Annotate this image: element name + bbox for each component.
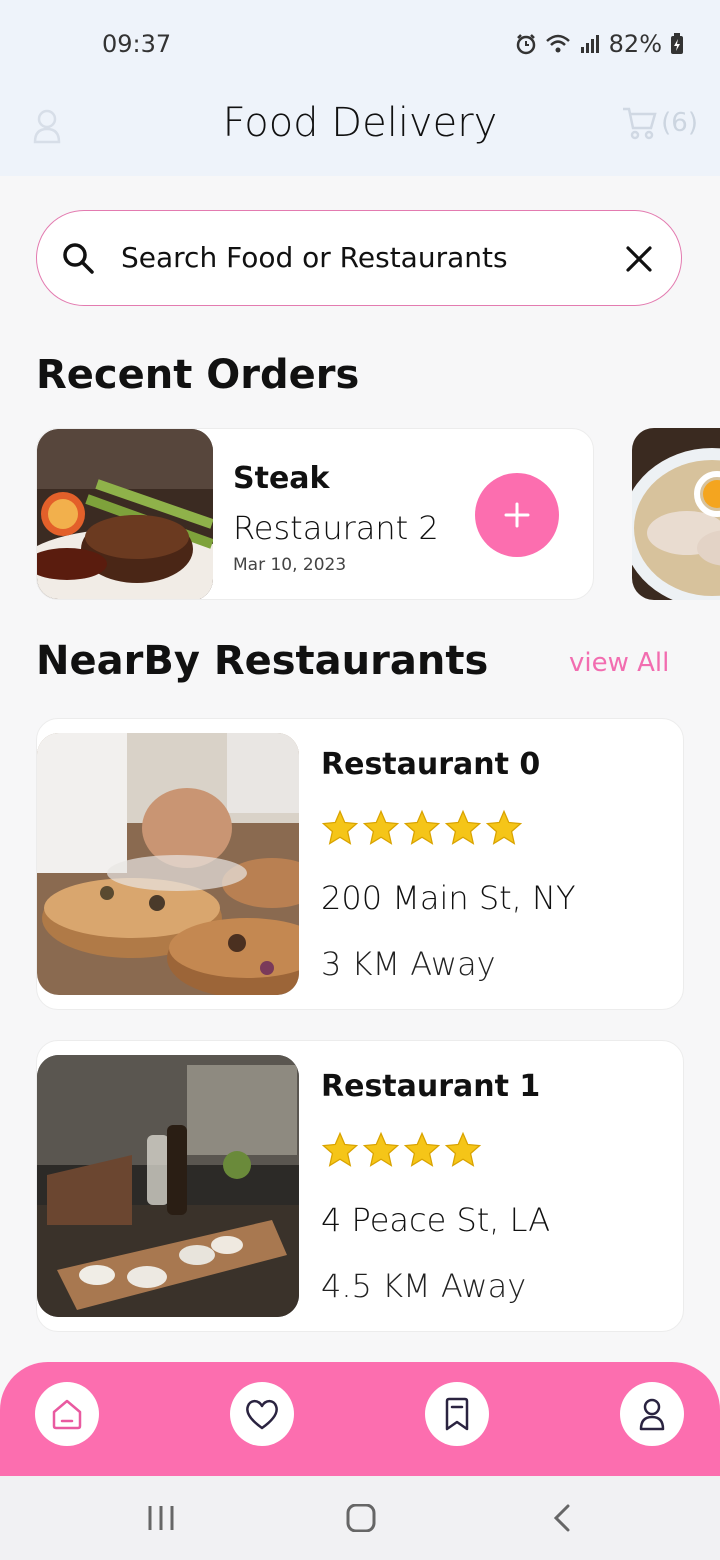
home-icon xyxy=(52,1399,82,1430)
close-icon[interactable] xyxy=(625,245,653,273)
view-all-link[interactable]: view All xyxy=(569,648,669,678)
star-icon xyxy=(444,809,482,845)
order-date: Mar 10, 2023 xyxy=(233,555,347,575)
rating-stars xyxy=(321,809,523,847)
status-bar: 09:37 82% xyxy=(0,0,720,90)
app-header: Food Delivery (6) xyxy=(0,90,720,176)
nearby-title: NearBy Restaurants xyxy=(36,638,489,684)
nav-profile[interactable] xyxy=(620,1382,684,1446)
signal-icon xyxy=(580,35,599,53)
nav-bookmarks[interactable] xyxy=(425,1382,489,1446)
home-button-icon[interactable] xyxy=(346,1504,376,1532)
restaurant-card[interactable]: Restaurant 0 200 Main St, NY 3 KM Away xyxy=(36,718,684,1010)
star-icon xyxy=(403,809,441,845)
recent-order-card-next[interactable] xyxy=(632,428,720,600)
alarm-icon xyxy=(516,34,535,55)
reorder-add-button[interactable] xyxy=(475,473,559,557)
restaurant-name: Restaurant 1 xyxy=(321,1069,541,1104)
cart-button[interactable]: (6) xyxy=(621,106,698,140)
recent-order-card[interactable]: Steak Restaurant 2 Mar 10, 2023 xyxy=(36,428,594,600)
order-item-name: Steak xyxy=(233,461,330,496)
star-icon xyxy=(485,809,523,845)
restaurant-distance: 4.5 KM Away xyxy=(321,1267,527,1305)
wifi-icon xyxy=(545,34,570,53)
bottom-nav xyxy=(0,1362,720,1476)
star-icon xyxy=(362,1131,400,1167)
rating-stars xyxy=(321,1131,482,1169)
back-icon[interactable] xyxy=(552,1504,572,1532)
recent-apps-icon[interactable] xyxy=(146,1504,176,1532)
search-bar[interactable]: Search Food or Restaurants xyxy=(36,210,682,306)
plus-icon xyxy=(504,502,530,528)
restaurant-address: 4 Peace St, LA xyxy=(321,1201,551,1239)
star-icon xyxy=(321,809,359,845)
star-icon xyxy=(362,809,400,845)
battery-percent: 82% xyxy=(608,30,662,58)
user-icon xyxy=(639,1398,665,1431)
restaurant-image xyxy=(37,733,299,995)
search-icon xyxy=(63,243,94,274)
order-restaurant: Restaurant 2 xyxy=(233,509,439,547)
heart-icon xyxy=(246,1399,278,1430)
cart-count: (6) xyxy=(661,108,698,138)
restaurant-card[interactable]: Restaurant 1 4 Peace St, LA 4.5 KM Away xyxy=(36,1040,684,1332)
bookmark-icon xyxy=(445,1397,469,1431)
restaurant-name: Restaurant 0 xyxy=(321,747,541,782)
system-nav-bar xyxy=(0,1476,720,1560)
star-icon xyxy=(403,1131,441,1167)
nav-home[interactable] xyxy=(35,1382,99,1446)
cart-icon xyxy=(623,107,657,140)
status-icons: 82% xyxy=(515,30,684,58)
star-icon xyxy=(321,1131,359,1167)
restaurant-distance: 3 KM Away xyxy=(321,945,496,983)
search-input[interactable]: Search Food or Restaurants xyxy=(121,241,508,274)
steak-image xyxy=(37,429,213,599)
page-title: Food Delivery xyxy=(222,100,498,146)
restaurant-address: 200 Main St, NY xyxy=(321,879,576,917)
recent-orders-title: Recent Orders xyxy=(36,352,360,398)
battery-icon xyxy=(671,33,683,54)
nav-favorites[interactable] xyxy=(230,1382,294,1446)
star-icon xyxy=(444,1131,482,1167)
status-time: 09:37 xyxy=(102,30,172,58)
restaurant-image xyxy=(37,1055,299,1317)
